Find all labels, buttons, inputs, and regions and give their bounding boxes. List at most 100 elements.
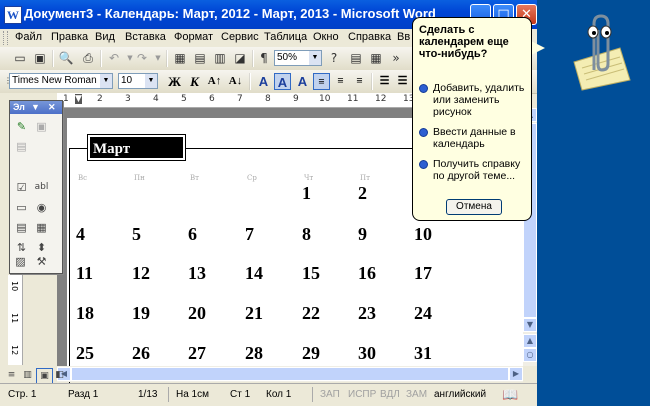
list-box-icon[interactable]: ▤ (14, 220, 29, 235)
show-formatting-icon[interactable]: ¶ (256, 50, 272, 66)
font-name-combo[interactable]: Times New Roman ▼ (9, 73, 113, 89)
calendar-day[interactable]: 23 (358, 303, 376, 324)
calendar-month-title[interactable]: Март (87, 134, 186, 161)
calendar-day[interactable]: 6 (188, 224, 197, 245)
style-a-icon[interactable]: A (255, 73, 272, 90)
menu-table[interactable]: Таблица (264, 31, 307, 43)
option-button-icon[interactable]: ◉ (34, 200, 49, 215)
assistant-option-label[interactable]: Ввести данные в календарь (433, 126, 533, 150)
calendar-day[interactable]: 28 (245, 343, 263, 364)
assistant-option-label[interactable]: Получить справку по другой теме... (433, 158, 533, 182)
insert-table-icon[interactable]: ▦ (172, 50, 188, 66)
columns-icon[interactable]: ▥ (212, 50, 228, 66)
calendar-day[interactable]: 17 (414, 263, 432, 284)
print-icon[interactable]: ⎙ (80, 50, 96, 66)
calendar-day[interactable]: 11 (76, 263, 93, 284)
reading-mode-icon[interactable]: ▤ (348, 50, 364, 66)
menu-view[interactable]: Вид (95, 31, 115, 43)
align-center-icon[interactable]: ≡ (332, 73, 349, 90)
cancel-button[interactable]: Отмена (446, 199, 502, 215)
new-document-icon[interactable]: ▭ (12, 50, 28, 66)
menu-tools[interactable]: Сервис (221, 31, 259, 43)
previous-page-icon[interactable]: ▲ (523, 334, 537, 348)
italic-button[interactable]: К (186, 73, 203, 90)
textbox-icon[interactable]: abl (34, 180, 49, 195)
menu-question-box[interactable]: Вв (397, 31, 410, 43)
calendar-day[interactable]: 12 (132, 263, 150, 284)
menu-help[interactable]: Справка (348, 31, 391, 43)
numbered-list-icon[interactable]: ☰ (376, 73, 393, 90)
calendar-day[interactable]: 2 (358, 183, 367, 204)
scroll-down-button[interactable]: ▼ (523, 318, 537, 332)
office-assistant-clippy[interactable] (560, 10, 640, 92)
calendar-day[interactable]: 25 (76, 343, 94, 364)
calendar-day[interactable]: 9 (358, 224, 367, 245)
web-view-icon[interactable]: ▥ (20, 368, 35, 383)
menu-file[interactable]: Файл (15, 31, 42, 43)
checkbox-icon[interactable]: ☑ (14, 180, 29, 195)
calendar-day[interactable]: 22 (302, 303, 320, 324)
save-icon[interactable]: ▣ (32, 50, 48, 66)
status-overtype[interactable]: ЗАМ (406, 389, 427, 400)
assistant-option-label[interactable]: Добавить, удалить или заменить рисунок (433, 82, 533, 118)
word-app-icon[interactable]: W (4, 6, 22, 24)
outline-view-icon[interactable]: ◧ (52, 368, 67, 383)
style-a-alt-icon[interactable]: A (294, 73, 311, 90)
redo-icon[interactable]: ↷ (134, 50, 150, 66)
font-size-shrink-icon[interactable]: A↓ (227, 73, 244, 90)
normal-view-icon[interactable]: ≡ (4, 368, 19, 383)
chevron-down-icon[interactable]: ▼ (309, 51, 321, 65)
print-preview-icon[interactable]: 🔍 (58, 50, 74, 66)
scroll-thumb-horizontal[interactable] (71, 367, 509, 381)
zoom-combo[interactable]: 50% ▼ (274, 50, 322, 66)
bold-button[interactable]: Ж (166, 73, 183, 90)
ruler-indent-marker[interactable]: ▼ (75, 94, 82, 104)
toolbar-options-icon[interactable]: » (388, 50, 404, 66)
status-extend[interactable]: ВДЛ (380, 389, 400, 400)
calendar-day[interactable]: 30 (358, 343, 376, 364)
status-language[interactable]: английский (434, 389, 486, 400)
calendar-day[interactable]: 21 (245, 303, 263, 324)
status-record[interactable]: ЗАП (320, 389, 340, 400)
align-right-icon[interactable]: ≡ (351, 73, 368, 90)
chevron-down-icon[interactable]: ▼ (145, 74, 157, 88)
calendar-day[interactable]: 26 (132, 343, 150, 364)
image-icon[interactable]: ▨ (13, 254, 28, 269)
select-objects-icon[interactable]: ✎ (14, 119, 29, 134)
calendar-day[interactable]: 1 (302, 183, 311, 204)
chevron-down-icon[interactable]: ▼ (31, 101, 40, 114)
chevron-down-icon[interactable]: ▼ (100, 74, 112, 88)
insert-excel-icon[interactable]: ▤ (192, 50, 208, 66)
scroll-right-button[interactable]: ▶ (509, 367, 523, 381)
calendar-day[interactable]: 16 (358, 263, 376, 284)
edit-text-icon[interactable]: ▣ (34, 119, 49, 134)
calendar-day[interactable]: 8 (302, 224, 311, 245)
align-left-icon[interactable]: ≡ (313, 73, 330, 90)
command-button-icon[interactable]: ▭ (14, 200, 29, 215)
browse-object-icon[interactable]: ○ (523, 348, 537, 362)
undo-icon[interactable]: ↶ (106, 50, 122, 66)
more-controls-icon[interactable]: ⚒ (34, 254, 49, 269)
design-mode-icon[interactable]: ▤ (14, 139, 29, 154)
calendar-day[interactable]: 18 (76, 303, 94, 324)
font-size-grow-icon[interactable]: A↑ (206, 73, 223, 90)
close-icon[interactable]: ✕ (48, 101, 56, 114)
drawing-icon[interactable]: ◪ (232, 50, 248, 66)
calendar-day[interactable]: 15 (302, 263, 320, 284)
calendar-day[interactable]: 19 (132, 303, 150, 324)
menu-edit[interactable]: Правка (51, 31, 88, 43)
help-icon[interactable]: ? (326, 50, 342, 66)
calendar-day[interactable]: 5 (132, 224, 141, 245)
calendar-day[interactable]: 10 (414, 224, 432, 245)
calendar-day[interactable]: 4 (76, 224, 85, 245)
vertical-ruler[interactable]: 10 11 12 (8, 275, 23, 365)
menu-grip[interactable] (3, 31, 8, 45)
redo-dropdown-icon[interactable]: ▼ (150, 50, 166, 66)
drawing-toolbar-title[interactable]: Эл ▼ ✕ (10, 101, 62, 114)
font-size-combo[interactable]: 10 ▼ (118, 73, 158, 89)
calendar-day[interactable]: 31 (414, 343, 432, 364)
menu-format[interactable]: Формат (174, 31, 213, 43)
style-a-bold-icon[interactable]: A (274, 73, 291, 90)
combo-box-icon[interactable]: ▦ (34, 220, 49, 235)
bulleted-list-icon[interactable]: ☰ (394, 73, 411, 90)
